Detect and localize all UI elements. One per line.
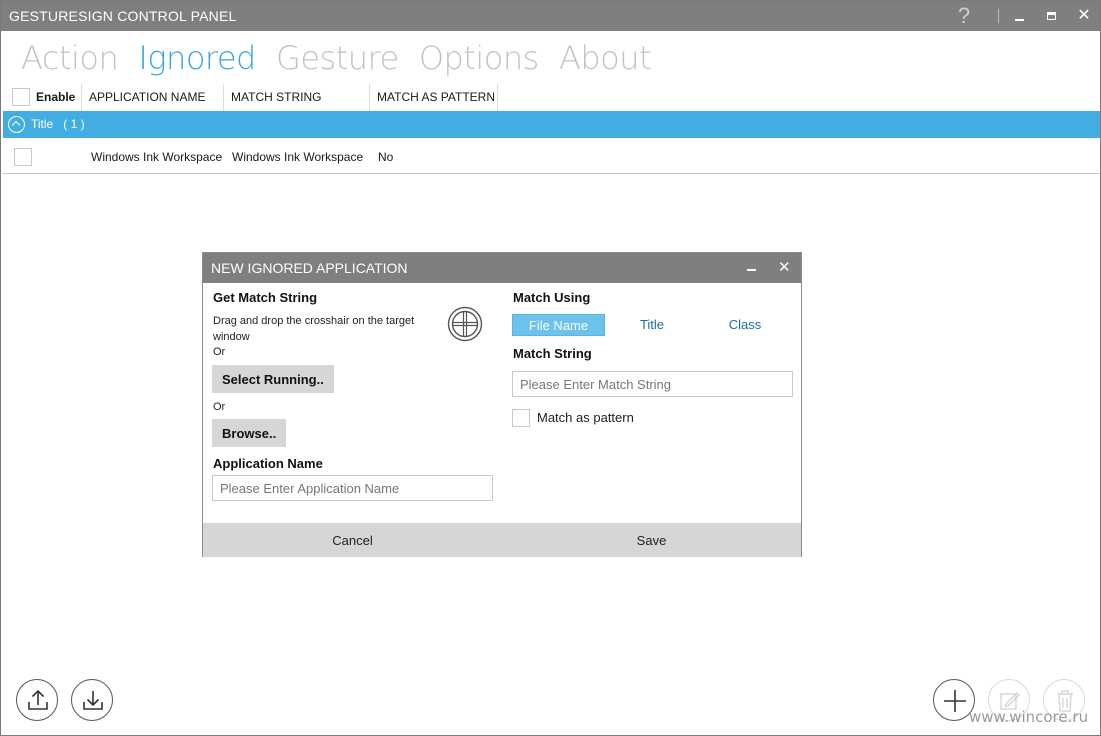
match-using-file-name[interactable]: File Name xyxy=(512,314,605,336)
column-header-match-as-pattern[interactable]: MATCH AS PATTERN xyxy=(370,84,498,111)
or-label-1: Or xyxy=(213,346,226,358)
main-window: GESTURESIGN CONTROL PANEL ? ✕ Action Ign… xyxy=(0,0,1101,736)
main-nav: Action Ignored Gesture Options About xyxy=(21,39,661,79)
match-as-pattern-label[interactable]: Match as pattern xyxy=(537,410,634,426)
row-enable-checkbox[interactable] xyxy=(14,148,32,166)
browse-button[interactable]: Browse.. xyxy=(212,419,287,447)
match-using-heading: Match Using xyxy=(513,290,591,305)
new-ignored-app-dialog: NEW IGNORED APPLICATION ✕ Get Match Stri… xyxy=(202,252,802,557)
select-running-button[interactable]: Select Running.. xyxy=(212,365,334,393)
column-header-match-string[interactable]: MATCH STRING xyxy=(224,84,370,111)
dialog-minimize-button[interactable] xyxy=(747,269,756,271)
crosshair-icon[interactable] xyxy=(447,306,483,342)
close-button[interactable]: ✕ xyxy=(1071,1,1097,31)
group-name: Title xyxy=(31,117,54,131)
group-count: ( 1 ) xyxy=(63,117,85,131)
drag-instruction: Drag and drop the crosshair on the targe… xyxy=(213,315,415,343)
table-row[interactable]: Windows Ink Workspace Windows Ink Worksp… xyxy=(3,140,1100,174)
download-icon xyxy=(83,691,103,710)
match-using-title[interactable]: Title xyxy=(607,314,697,336)
title-bar[interactable]: GESTURESIGN CONTROL PANEL ? ✕ xyxy=(1,1,1100,31)
enable-header-label: Enable xyxy=(36,90,76,104)
dialog-footer: Cancel Save xyxy=(203,523,801,557)
save-button[interactable]: Save xyxy=(502,523,801,557)
export-button[interactable] xyxy=(16,679,58,721)
match-using-class[interactable]: Class xyxy=(699,314,791,336)
row-app-name: Windows Ink Workspace xyxy=(91,150,223,164)
minimize-icon xyxy=(1014,18,1024,21)
application-name-label: Application Name xyxy=(213,456,323,471)
match-string-input[interactable] xyxy=(512,371,793,397)
upload-icon xyxy=(28,689,48,710)
dialog-title-bar[interactable]: NEW IGNORED APPLICATION ✕ xyxy=(203,253,801,283)
grid-header: Enable APPLICATION NAME MATCH STRING MAT… xyxy=(3,84,1100,111)
watermark: www.wincore.ru xyxy=(969,708,1089,726)
maximize-icon xyxy=(1046,11,1056,20)
or-label-2: Or xyxy=(213,401,226,413)
tab-action[interactable]: Action xyxy=(21,39,119,77)
match-as-pattern-checkbox[interactable] xyxy=(512,409,530,427)
group-row-title[interactable]: Title ( 1 ) xyxy=(3,111,1100,138)
help-button[interactable]: ? xyxy=(951,1,977,31)
cancel-button[interactable]: Cancel xyxy=(203,523,502,557)
select-all-checkbox[interactable] xyxy=(12,87,30,106)
column-header-enable[interactable]: Enable xyxy=(3,84,82,111)
group-label: Title ( 1 ) xyxy=(31,111,85,138)
get-match-string-heading: Get Match String xyxy=(213,290,318,305)
dialog-title: NEW IGNORED APPLICATION xyxy=(211,260,408,276)
match-string-label: Match String xyxy=(513,346,592,361)
maximize-button[interactable] xyxy=(1038,1,1064,31)
row-match-as-pattern: No xyxy=(378,150,394,164)
tab-about[interactable]: About xyxy=(559,39,652,77)
tab-options[interactable]: Options xyxy=(419,39,539,77)
dialog-close-button[interactable]: ✕ xyxy=(778,258,791,276)
tab-ignored[interactable]: Ignored xyxy=(138,39,256,77)
import-button[interactable] xyxy=(71,679,113,721)
window-title: GESTURESIGN CONTROL PANEL xyxy=(9,8,237,24)
collapse-icon[interactable] xyxy=(8,116,25,133)
minimize-button[interactable] xyxy=(1006,1,1032,31)
application-name-input[interactable] xyxy=(212,475,493,501)
tab-gesture[interactable]: Gesture xyxy=(276,39,399,77)
titlebar-separator xyxy=(998,9,999,23)
column-header-app-name[interactable]: APPLICATION NAME xyxy=(82,84,224,111)
row-match-string: Windows Ink Workspace xyxy=(232,150,364,164)
